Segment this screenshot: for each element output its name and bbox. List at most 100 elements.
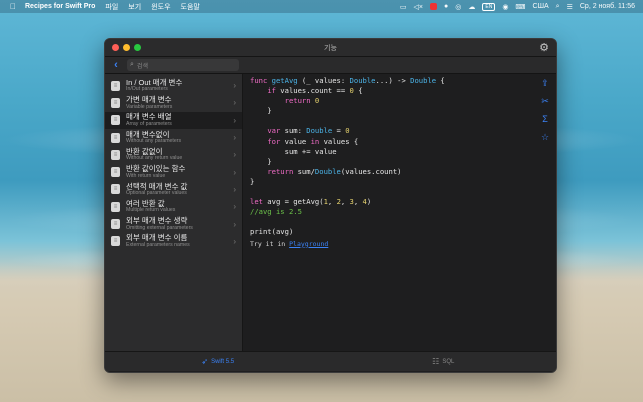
app-window: 기능 ⚙ ‹ ⌕ 검색 ≡ In / Out 매개 변수 In/Out param… [104, 38, 557, 373]
back-chevron-icon[interactable]: ‹ [109, 59, 123, 71]
menu-file[interactable]: 파일 [105, 2, 118, 12]
chevron-right-icon: › [233, 115, 236, 125]
star-icon[interactable]: ☆ [539, 131, 551, 143]
menu-view[interactable]: 보기 [128, 2, 141, 12]
sum-icon[interactable]: Σ [539, 113, 551, 125]
sidebar-item[interactable]: ≡ In / Out 매개 변수 In/Out parameters › [105, 77, 242, 94]
sidebar-item-selected[interactable]: ≡ 매개 변수 배열 Array of parameters › [105, 111, 242, 129]
chevron-right-icon: › [233, 236, 236, 246]
chevron-right-icon: › [233, 184, 236, 194]
code-editor[interactable]: func getAvg (_ values: Double...) -> Dou… [243, 74, 556, 351]
tab-sql-label: SQL [442, 358, 455, 365]
sidebar: ≡ In / Out 매개 변수 In/Out parameters › ≡ 가변… [105, 74, 243, 351]
app-menu[interactable]: Recipes for Swift Pro [25, 3, 95, 10]
datetime[interactable]: Ср, 2 нояб. 11:56 [580, 3, 635, 10]
close-button[interactable] [112, 44, 119, 51]
tab-swift-label: Swift 5.5 [211, 358, 235, 365]
sidebar-item-subtitle: With return value [126, 172, 166, 179]
sidebar-item-title: 반환 값없이 [126, 146, 163, 156]
document-icon: ≡ [111, 97, 120, 108]
chevron-right-icon: › [233, 219, 236, 229]
toolbar: ‹ ⌕ 검색 [105, 57, 556, 74]
cloud-icon[interactable]: ☁ [468, 3, 475, 11]
editor-tools: ⇪ ✂ Σ ☆ [539, 77, 551, 143]
bottom-tab-bar: ➶ Swift 5.5 ☷ SQL [105, 351, 556, 371]
sidebar-item-title: 매개 변수 배열 [126, 112, 172, 122]
sidebar-item-subtitle: Optional parameter values [126, 190, 187, 197]
control-center-icon[interactable]: ☰ [567, 3, 573, 11]
chevron-right-icon: › [233, 202, 236, 212]
swift-icon: ➶ [201, 357, 209, 366]
window-title: 기능 [324, 44, 337, 52]
volume-muted-icon[interactable]: ◁× [414, 3, 423, 11]
message-icon[interactable]: ▭ [400, 3, 407, 11]
sidebar-item-title: 반환 값이있는 함수 [126, 164, 186, 174]
menu-bar:  Recipes for Swift Pro 파일 보기 윈도우 도움말 ▭ … [0, 0, 643, 13]
tab-sql[interactable]: ☷ SQL [331, 357, 557, 366]
sidebar-item-title: 선택적 매개 변수 값 [126, 181, 188, 191]
input-source[interactable]: США [533, 3, 549, 10]
sidebar-item-subtitle: In/Out parameters [126, 86, 168, 93]
apple-menu-icon[interactable]:  [9, 2, 17, 11]
sidebar-item-title: 외부 매개 변수 생략 [126, 216, 188, 226]
try-it-line: Try it in Playground [250, 240, 556, 248]
document-icon: ≡ [111, 132, 120, 143]
sidebar-item-subtitle: Multiple return values [126, 207, 176, 214]
chevron-right-icon: › [233, 133, 236, 143]
sidebar-item[interactable]: ≡ 가변 매개 변수 Variable parameters › [105, 94, 242, 111]
document-icon: ≡ [111, 201, 120, 212]
document-icon: ≡ [111, 219, 120, 230]
telegram-icon[interactable]: ● [444, 3, 448, 10]
sidebar-item[interactable]: ≡ 외부 매개 변수 이름 External parameters names › [105, 233, 242, 250]
document-icon: ≡ [111, 167, 120, 178]
menu-window[interactable]: 윈도우 [151, 2, 170, 12]
sidebar-item-title: 가변 매개 변수 [126, 95, 172, 105]
status-area: ▭ ◁× ● ◎ ☁ EN ◉ ⌨ США ⌕ ☰ Ср, 2 нояб. 11… [400, 2, 635, 11]
search-field[interactable]: ⌕ 검색 [127, 59, 239, 71]
sidebar-item-subtitle: Variable parameters [126, 103, 173, 110]
record-icon[interactable] [430, 3, 438, 10]
title-bar: 기능 ⚙ [105, 39, 556, 57]
document-icon: ≡ [111, 115, 120, 126]
sidebar-item-subtitle: Omitting external parameters [126, 224, 193, 231]
sidebar-item-subtitle: Array of parameters [126, 120, 172, 127]
sidebar-item-title: In / Out 매개 변수 [126, 77, 183, 87]
input-badge[interactable]: EN [482, 2, 496, 11]
chevron-right-icon: › [233, 150, 236, 160]
chevron-right-icon: › [233, 98, 236, 108]
sidebar-item-title: 여러 반환 값 [126, 198, 165, 208]
playground-link[interactable]: Playground [289, 240, 328, 248]
document-icon: ≡ [111, 149, 120, 160]
gear-icon[interactable]: ⚙ [538, 42, 550, 54]
database-icon: ☷ [432, 357, 440, 366]
menu-help[interactable]: 도움말 [181, 2, 200, 12]
sidebar-item-title: 외부 매개 변수 이름 [126, 233, 188, 243]
zoom-button[interactable] [134, 44, 141, 51]
chevron-right-icon: › [233, 81, 236, 91]
sidebar-item-subtitle: Without any return value [126, 155, 183, 162]
user-icon[interactable]: ◉ [502, 3, 508, 11]
sidebar-item[interactable]: ≡ 반환 값이있는 함수 With return value › [105, 163, 242, 180]
search-icon[interactable]: ⌕ [556, 3, 560, 11]
sidebar-item-subtitle: External parameters names [126, 241, 190, 248]
document-icon: ≡ [111, 184, 120, 195]
document-icon: ≡ [111, 80, 120, 91]
sidebar-item[interactable]: ≡ 선택적 매개 변수 값 Optional parameter values › [105, 181, 242, 198]
search-placeholder: 검색 [136, 63, 148, 70]
document-icon: ≡ [111, 236, 120, 247]
keyboard-icon[interactable]: ⌨ [515, 3, 525, 11]
share-icon[interactable]: ⇪ [539, 77, 551, 89]
scissors-icon[interactable]: ✂ [539, 95, 551, 107]
sidebar-item-title: 매개 변수없이 [126, 129, 170, 139]
sidebar-item[interactable]: ≡ 여러 반환 값 Multiple return values › [105, 198, 242, 215]
code-block[interactable]: func getAvg (_ values: Double...) -> Dou… [250, 76, 556, 238]
minimize-button[interactable] [123, 44, 130, 51]
try-prefix: Try it in [250, 239, 290, 248]
sidebar-item[interactable]: ≡ 매개 변수없이 Without any parameters › [105, 129, 242, 146]
chevron-right-icon: › [233, 167, 236, 177]
sidebar-item[interactable]: ≡ 반환 값없이 Without any return value › [105, 146, 242, 163]
sidebar-item[interactable]: ≡ 외부 매개 변수 생략 Omitting external parameter… [105, 215, 242, 232]
sidebar-item-subtitle: Without any parameters [126, 138, 182, 145]
tab-swift[interactable]: ➶ Swift 5.5 [105, 357, 331, 366]
vpn-icon[interactable]: ◎ [455, 3, 461, 11]
